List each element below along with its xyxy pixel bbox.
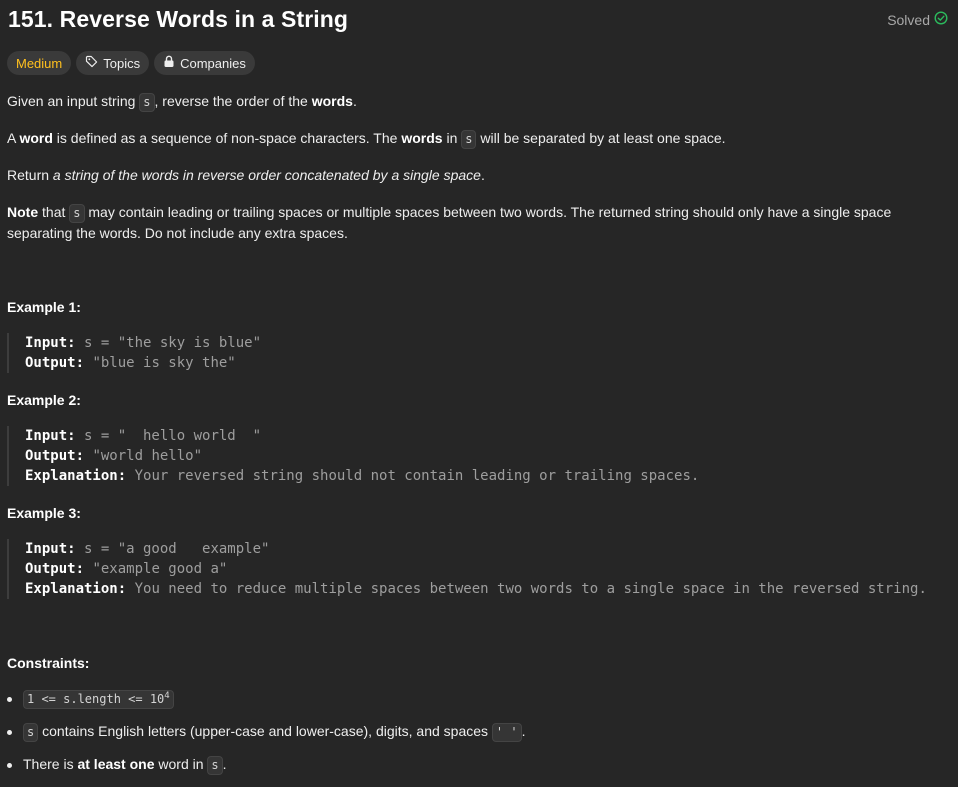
text: Return bbox=[7, 167, 53, 183]
topics-button[interactable]: Topics bbox=[76, 51, 150, 75]
text: . bbox=[480, 167, 485, 183]
inline-code: s bbox=[461, 130, 477, 149]
constraint-item: 1 <= s.length <= 104 bbox=[7, 688, 526, 709]
constraint-item: There is at least one word in s. bbox=[7, 754, 526, 775]
difficulty-badge: Medium bbox=[7, 51, 72, 75]
constraints-title: Constraints: bbox=[7, 655, 90, 671]
inline-code: s bbox=[139, 93, 155, 112]
text: . bbox=[521, 723, 526, 739]
bold-text: Note bbox=[7, 204, 39, 220]
text: that bbox=[38, 204, 70, 220]
explanation-value: Your reversed string should not contain … bbox=[126, 468, 700, 484]
input-value: s = "the sky is blue" bbox=[75, 335, 262, 351]
tag-icon bbox=[85, 55, 98, 71]
tag-row: Medium Topics Companies bbox=[7, 51, 255, 75]
inline-code: s bbox=[23, 723, 39, 742]
output-label: Output: bbox=[25, 355, 85, 371]
example-3-block: Input: s = "a good example" Output: "exa… bbox=[7, 539, 948, 599]
input-label: Input: bbox=[25, 428, 76, 444]
output-label: Output: bbox=[25, 561, 85, 577]
inline-code: 1 <= s.length <= 104 bbox=[23, 690, 174, 709]
inline-code: s bbox=[207, 756, 223, 775]
inline-code: ' ' bbox=[491, 723, 522, 742]
output-value: "example good a" bbox=[84, 561, 228, 577]
output-value: "world hello" bbox=[84, 448, 203, 464]
text: There is bbox=[23, 756, 78, 772]
example-1-title: Example 1: bbox=[7, 299, 81, 315]
text: will be separated by at least one space. bbox=[476, 130, 726, 146]
constraints-list: 1 <= s.length <= 104 s contains English … bbox=[7, 688, 526, 787]
topics-label: Topics bbox=[103, 55, 141, 71]
inline-code: s bbox=[69, 204, 85, 223]
constraint-item: s contains English letters (upper-case a… bbox=[7, 721, 526, 742]
output-label: Output: bbox=[25, 448, 85, 464]
example-1-block: Input: s = "the sky is blue" Output: "bl… bbox=[7, 333, 948, 373]
text: contains English letters (upper-case and… bbox=[38, 723, 492, 739]
output-value: "blue is sky the" bbox=[84, 355, 236, 371]
description-paragraph-2: A word is defined as a sequence of non-s… bbox=[7, 128, 938, 149]
description-paragraph-3: Return a string of the words in reverse … bbox=[7, 165, 938, 186]
input-value: s = "a good example" bbox=[75, 541, 270, 557]
explanation-value: You need to reduce multiple spaces betwe… bbox=[126, 581, 927, 597]
companies-button[interactable]: Companies bbox=[154, 51, 255, 75]
bold-text: word bbox=[19, 130, 53, 146]
bold-text: words bbox=[311, 93, 353, 109]
check-circle-icon bbox=[934, 11, 948, 28]
description-paragraph-1: Given an input string s, reverse the ord… bbox=[7, 91, 938, 112]
lock-icon bbox=[163, 55, 175, 71]
companies-label: Companies bbox=[180, 55, 246, 71]
input-label: Input: bbox=[25, 335, 76, 351]
text: , reverse the order of the bbox=[154, 93, 312, 109]
text: is defined as a sequence of non-space ch… bbox=[52, 130, 402, 146]
bold-text: words bbox=[401, 130, 443, 146]
text: may contain leading or trailing spaces o… bbox=[7, 204, 892, 241]
text: word in bbox=[154, 756, 208, 772]
example-2-block: Input: s = " hello world " Output: "worl… bbox=[7, 426, 948, 486]
input-label: Input: bbox=[25, 541, 76, 557]
example-3-title: Example 3: bbox=[7, 505, 81, 521]
solved-status: Solved bbox=[887, 11, 948, 28]
text: . bbox=[352, 93, 357, 109]
explanation-label: Explanation: bbox=[25, 468, 127, 484]
italic-text: a string of the words in reverse order c… bbox=[52, 167, 481, 183]
solved-label: Solved bbox=[887, 11, 930, 28]
example-2-title: Example 2: bbox=[7, 392, 81, 408]
code-text: 1 <= s.length <= 10 bbox=[27, 692, 165, 706]
problem-title[interactable]: 151. Reverse Words in a String bbox=[8, 6, 348, 33]
input-value: s = " hello world " bbox=[75, 428, 262, 444]
difficulty-label: Medium bbox=[16, 55, 63, 71]
text: A bbox=[7, 130, 20, 146]
superscript: 4 bbox=[164, 691, 170, 701]
bold-text: at least one bbox=[77, 756, 155, 772]
description-note: Note that s may contain leading or trail… bbox=[7, 202, 908, 244]
text: . bbox=[222, 756, 227, 772]
text: Given an input string bbox=[7, 93, 140, 109]
explanation-label: Explanation: bbox=[25, 581, 127, 597]
text: in bbox=[442, 130, 462, 146]
